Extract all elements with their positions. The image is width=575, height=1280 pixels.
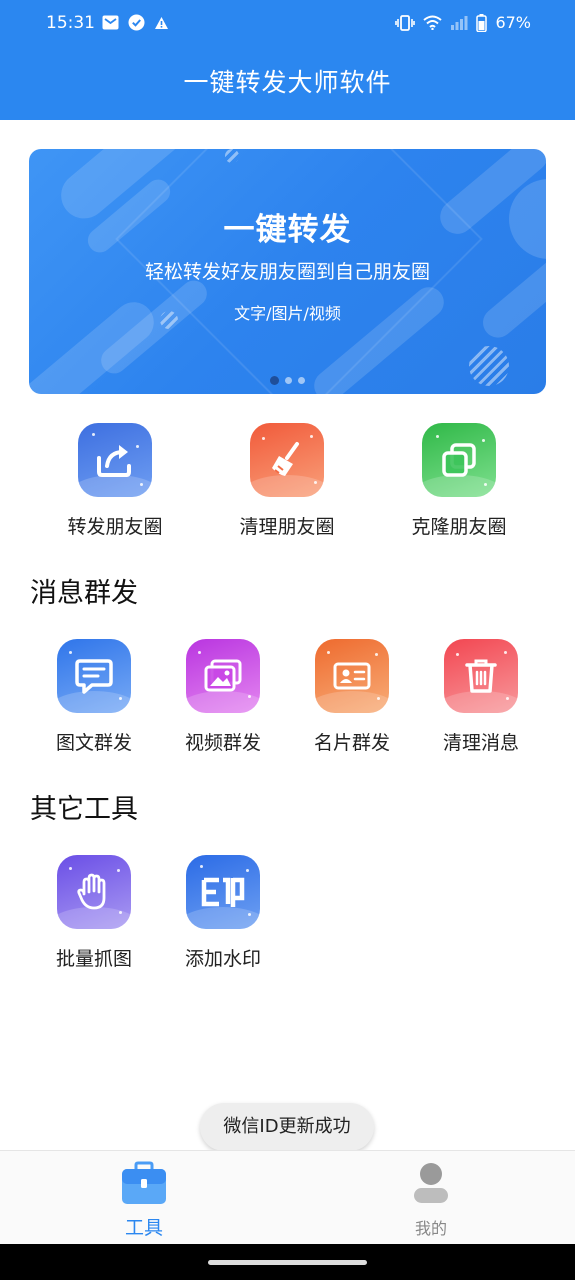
feature-label: 批量抓图 — [55, 948, 132, 970]
carousel-indicator — [29, 376, 546, 385]
add-watermark-button[interactable]: 添加水印 — [148, 855, 298, 971]
feature-label: 清理消息 — [442, 732, 519, 754]
vibrate-icon — [395, 14, 416, 31]
nav-tab-mine[interactable]: 我的 — [371, 1161, 491, 1239]
banner-tagline: 文字/图片/视频 — [234, 304, 341, 323]
feature-label: 添加水印 — [184, 948, 261, 970]
user-icon — [414, 1163, 448, 1203]
signal-icon — [451, 16, 468, 30]
feature-label: 转发朋友圈 — [67, 516, 163, 538]
banner-subtitle: 轻松转发好友朋友圈到自己朋友圈 — [144, 261, 430, 283]
section-title-other-tools: 其它工具 — [30, 794, 138, 825]
bottom-navigation: 工具 我的 — [0, 1150, 575, 1244]
share-forward-icon — [78, 423, 152, 497]
banner-title: 一键转发 — [223, 212, 352, 248]
feature-label: 克隆朋友圈 — [411, 516, 507, 538]
check-circle-icon — [128, 14, 145, 31]
feature-label: 视频群发 — [184, 732, 261, 754]
carousel-dot-active — [270, 376, 279, 385]
broom-icon — [250, 423, 324, 497]
nav-label-mine: 我的 — [414, 1219, 447, 1238]
clean-messages-button[interactable]: 清理消息 — [406, 639, 556, 755]
copy-icon — [422, 423, 496, 497]
nav-tab-tools[interactable]: 工具 — [84, 1161, 204, 1240]
carousel-dot — [285, 377, 292, 384]
clean-moments-button[interactable]: 清理朋友圈 — [212, 423, 362, 539]
business-card-icon — [315, 639, 389, 713]
hand-grab-icon — [57, 855, 131, 929]
video-broadcast-button[interactable]: 视频群发 — [148, 639, 298, 755]
image-gallery-icon — [186, 639, 260, 713]
toolbox-icon — [122, 1161, 166, 1204]
page-title: 一键转发大师软件 — [183, 68, 392, 97]
app-header: 一键转发大师软件 — [0, 48, 575, 120]
promo-banner[interactable]: 一键转发 轻松转发好友朋友圈到自己朋友圈 文字/图片/视频 — [29, 149, 546, 394]
banner-decoration — [225, 149, 239, 163]
section-title-messaging: 消息群发 — [30, 578, 138, 609]
battery-icon — [476, 13, 488, 32]
stamp-icon — [186, 855, 260, 929]
text-image-broadcast-button[interactable]: 图文群发 — [19, 639, 169, 755]
toast-text: 微信ID更新成功 — [223, 1116, 351, 1137]
mail-icon — [102, 15, 119, 30]
status-bar: 15:31 67% — [0, 0, 575, 48]
system-icons: 67% — [395, 13, 531, 32]
batch-grab-button[interactable]: 批量抓图 — [19, 855, 169, 971]
trash-icon — [444, 639, 518, 713]
status-time: 15:31 — [46, 13, 95, 33]
battery-level: 67% — [495, 13, 531, 32]
card-broadcast-button[interactable]: 名片群发 — [277, 639, 427, 755]
toast-message: 微信ID更新成功 — [200, 1103, 374, 1151]
clone-moments-button[interactable]: 克隆朋友圈 — [384, 423, 534, 539]
warning-icon — [155, 16, 168, 29]
notification-icons — [102, 14, 169, 31]
feature-label: 清理朋友圈 — [239, 516, 335, 538]
feature-label: 图文群发 — [55, 732, 132, 754]
system-gesture-bar — [0, 1244, 575, 1280]
nav-label-tools: 工具 — [124, 1217, 163, 1239]
feature-label: 名片群发 — [313, 732, 390, 754]
home-gesture-handle[interactable] — [208, 1260, 367, 1265]
chat-icon — [57, 639, 131, 713]
wifi-icon — [423, 15, 443, 30]
forward-moments-button[interactable]: 转发朋友圈 — [40, 423, 190, 539]
carousel-dot — [298, 377, 305, 384]
